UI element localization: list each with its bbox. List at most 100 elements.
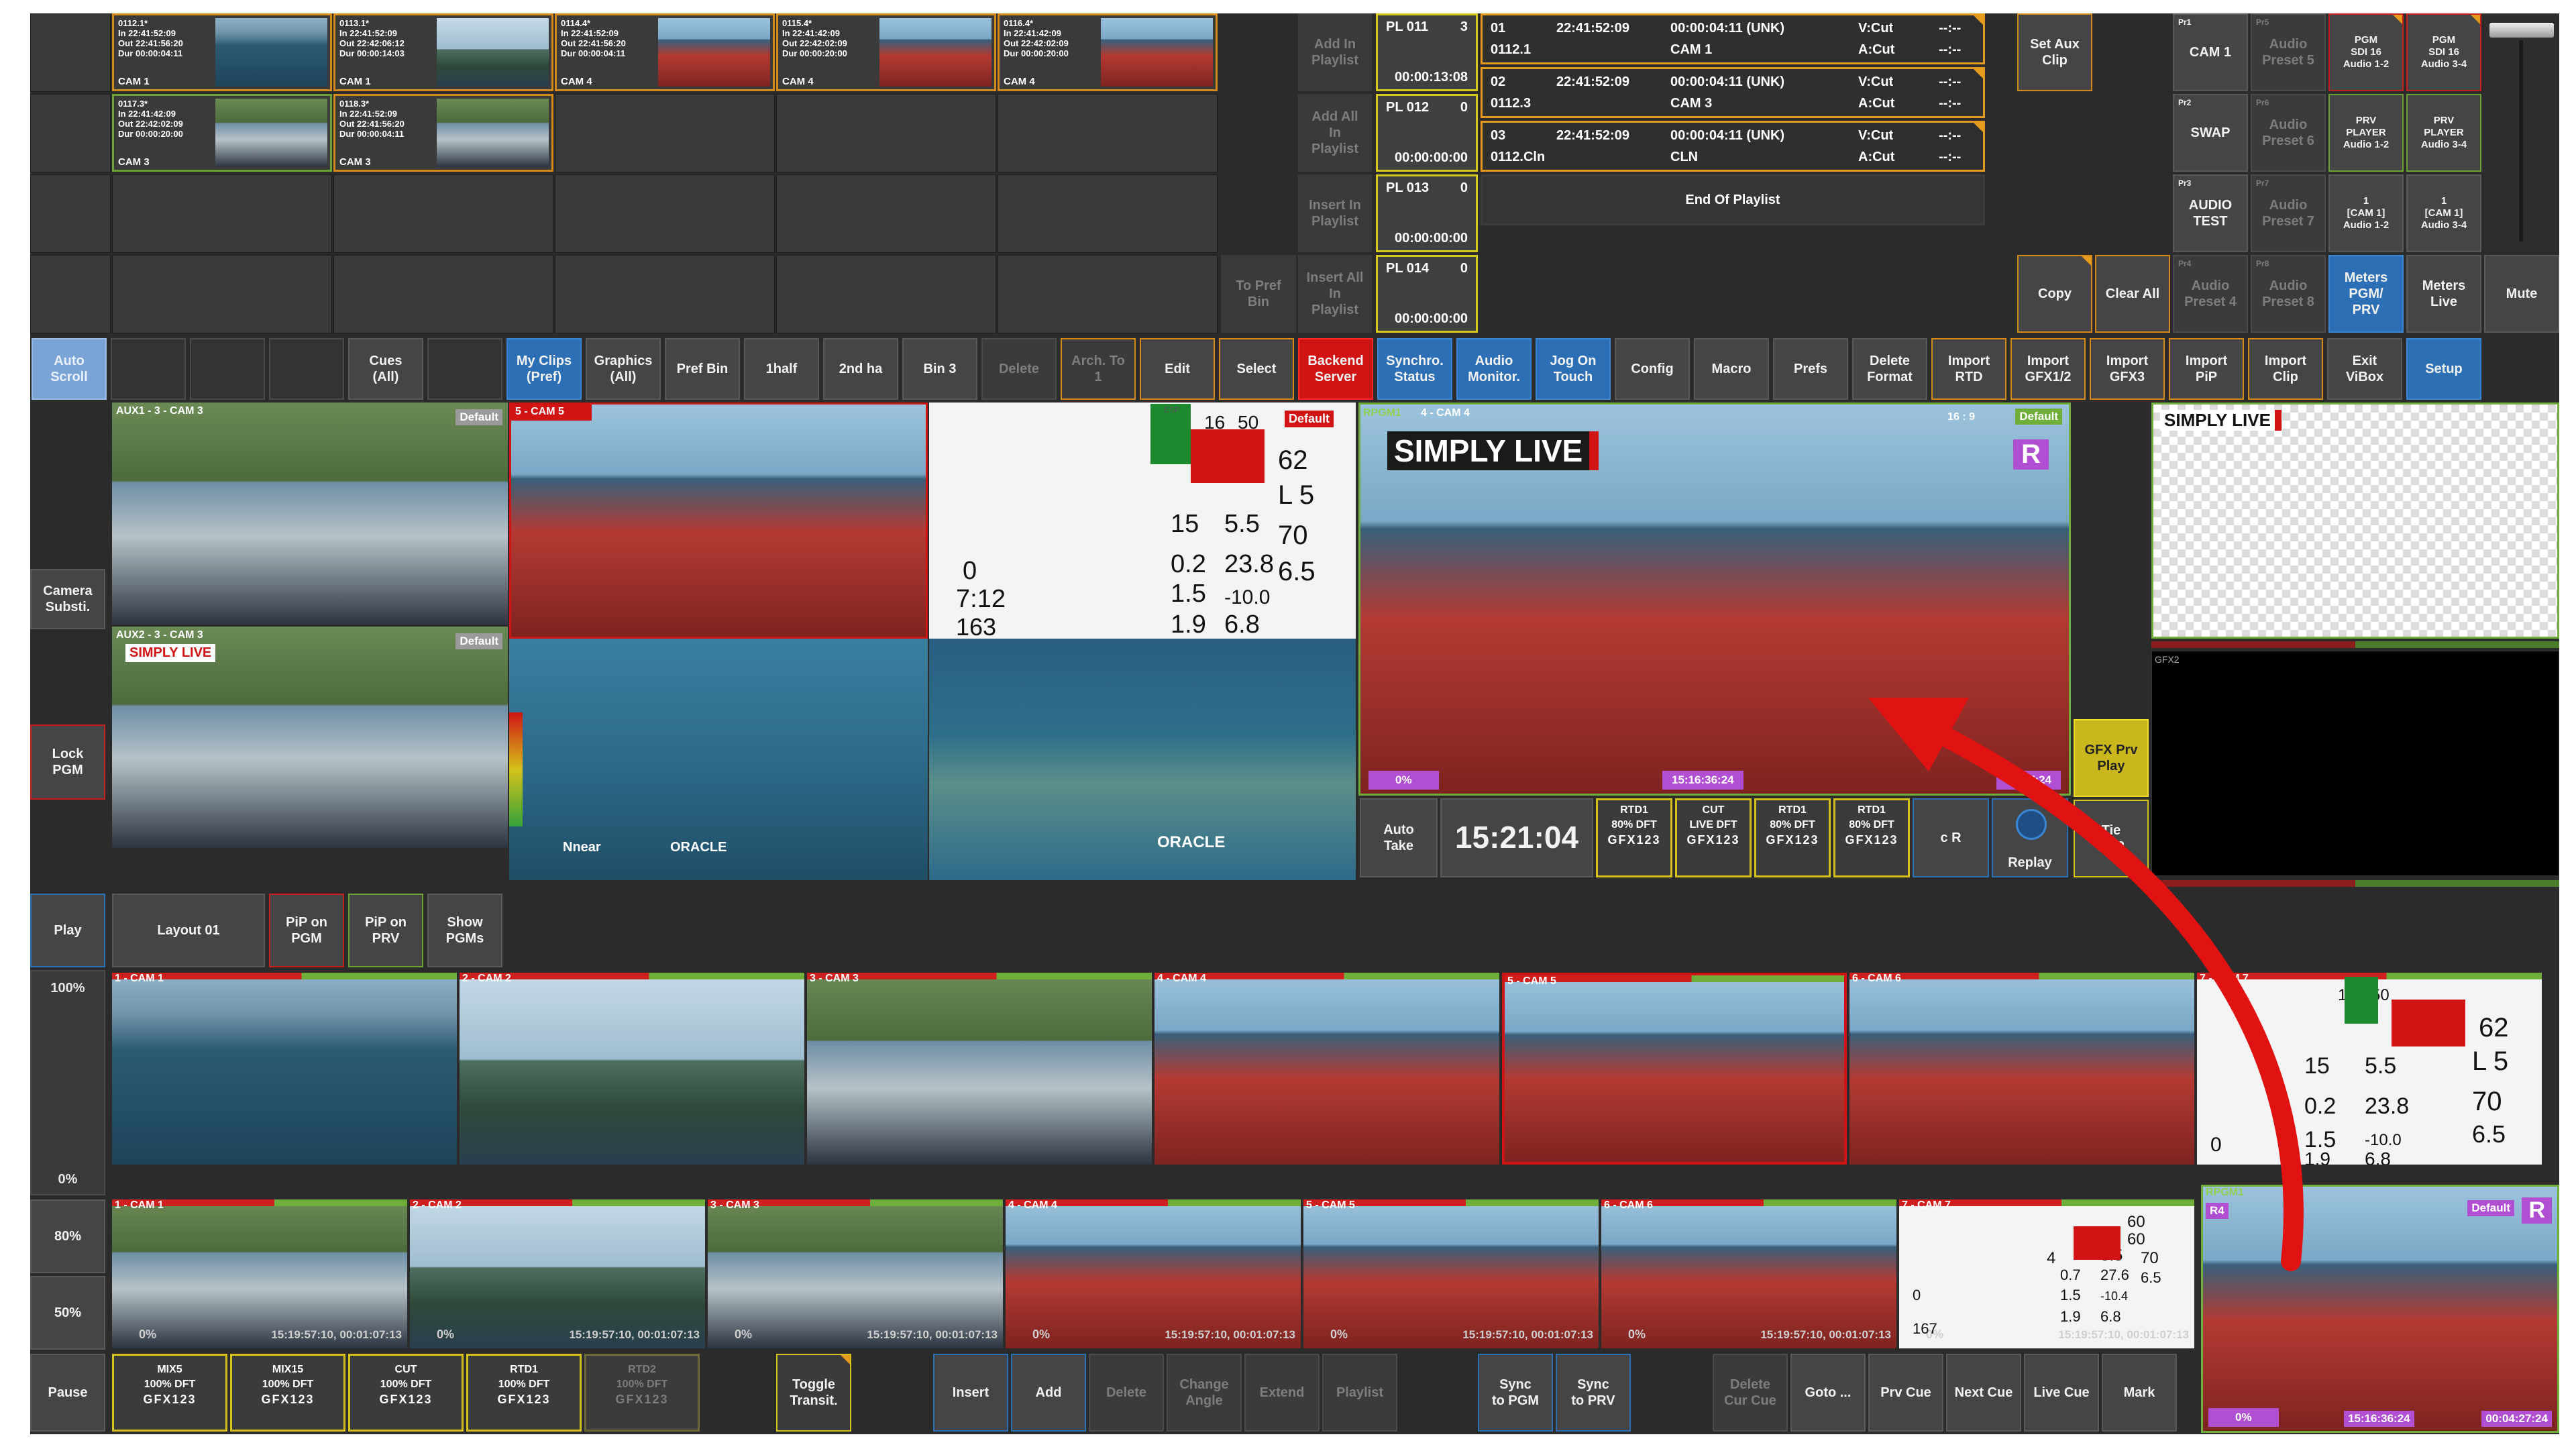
- camera-tile[interactable]: 5 - CAM 5 0% 15:19:57:10, 00:01:07:13: [1303, 1199, 1599, 1348]
- import-gfx3-button[interactable]: Import GFX3: [2090, 338, 2165, 400]
- clip-slot-empty[interactable]: [333, 255, 553, 333]
- mute-button[interactable]: Mute: [2484, 255, 2559, 333]
- prv-audio-3-4-button[interactable]: PRV PLAYER Audio 3-4: [2406, 94, 2481, 172]
- fader-handle[interactable]: [2489, 23, 2554, 38]
- prefs-button[interactable]: Prefs: [1773, 338, 1848, 400]
- clip-slot-empty[interactable]: [776, 174, 996, 253]
- preset-button[interactable]: Pr7 Audio Preset 7: [2251, 174, 2326, 252]
- change-angle-button[interactable]: Change Angle: [1167, 1354, 1242, 1432]
- show-pgms-button[interactable]: Show PGMs: [427, 894, 502, 967]
- camera-tile[interactable]: 4 - CAM 4 0% 15:19:57:10, 00:01:07:13: [1006, 1199, 1301, 1348]
- delete-cur-cue-button[interactable]: Delete Cur Cue: [1713, 1354, 1788, 1432]
- sync-to-prv-button[interactable]: Sync to PRV: [1556, 1354, 1631, 1432]
- insert-all-in-playlist-button[interactable]: Insert All In Playlist: [1298, 255, 1372, 333]
- live-cue-button[interactable]: Live Cue: [2024, 1354, 2099, 1432]
- boat-data-monitor[interactable]: Default ESP 16 50 62 15 5.5 L 5 70 0.2 2…: [929, 402, 1356, 639]
- set-aux-clip-button[interactable]: Set Aux Clip: [2017, 13, 2092, 91]
- clip-slot-empty[interactable]: [998, 255, 1218, 333]
- cam5-monitor[interactable]: 5 - CAM 5: [509, 402, 928, 639]
- toolbar-empty[interactable]: [190, 338, 265, 400]
- clip-slot-empty[interactable]: [776, 94, 996, 172]
- camera-tile[interactable]: 3 - CAM 3 0% 15:19:57:10, 00:01:07:13: [708, 1199, 1003, 1348]
- clip-slot-empty[interactable]: [555, 94, 775, 172]
- toolbar-empty[interactable]: [111, 338, 186, 400]
- import-clip-button[interactable]: Import Clip: [2248, 338, 2323, 400]
- course-overhead-monitor[interactable]: ORACLE Nnear: [509, 639, 928, 880]
- edit-button[interactable]: Edit: [1140, 338, 1215, 400]
- bin-1half-button[interactable]: 1half: [744, 338, 819, 400]
- camera-tile[interactable]: 1 - CAM 1: [112, 973, 457, 1165]
- toolbar-empty[interactable]: [427, 338, 502, 400]
- speed-50-button[interactable]: 50%: [30, 1276, 105, 1350]
- config-button[interactable]: Config: [1615, 338, 1690, 400]
- lock-pgm-button[interactable]: Lock PGM: [30, 724, 105, 800]
- copy-button[interactable]: Copy: [2017, 255, 2092, 333]
- add-in-playlist-button[interactable]: Add In Playlist: [1298, 13, 1372, 91]
- clip-slot-empty[interactable]: [112, 174, 332, 253]
- camera-tile[interactable]: 3 - CAM 3: [807, 973, 1152, 1165]
- archive-to-button[interactable]: Arch. To 1: [1061, 338, 1136, 400]
- camera-tile[interactable]: 4 - CAM 4: [1155, 973, 1499, 1165]
- transition-mix5-button[interactable]: MIX5 100% DFT GFX123: [112, 1354, 227, 1432]
- sync-to-pgm-button[interactable]: Sync to PGM: [1478, 1354, 1553, 1432]
- jog-on-touch-button[interactable]: Jog On Touch: [1536, 338, 1611, 400]
- camera-tile[interactable]: 2 - CAM 2 0% 15:19:57:10, 00:01:07:13: [410, 1199, 705, 1348]
- gfx1-preview[interactable]: SIMPLY LIVE: [2151, 402, 2559, 639]
- play-button[interactable]: Play: [30, 894, 105, 967]
- playlist-entry[interactable]: 03 22:41:52:09 00:00:04:11 (UNK) 0112.Cl…: [1481, 121, 1985, 172]
- goto-button[interactable]: Goto ...: [1790, 1354, 1866, 1432]
- delete-format-button[interactable]: Delete Format: [1852, 338, 1927, 400]
- graphics-all-button[interactable]: Graphics (All): [586, 338, 661, 400]
- backend-server-button[interactable]: Backend Server: [1298, 338, 1373, 400]
- playlist-item[interactable]: PL 011 3 00:00:13:08: [1376, 13, 1478, 91]
- auto-scroll-button[interactable]: Auto Scroll: [32, 338, 107, 400]
- clip-card[interactable]: 0112.1* In 22:41:52:09 Out 22:41:56:20 D…: [112, 13, 332, 91]
- clip-card[interactable]: 0114.4* In 22:41:52:09 Out 22:41:56:20 D…: [555, 13, 775, 91]
- transition-mix15-button[interactable]: MIX15 100% DFT GFX123: [230, 1354, 345, 1432]
- pgm-audio-1-2-button[interactable]: PGM SDI 16 Audio 1-2: [2328, 13, 2404, 91]
- meters-live-button[interactable]: Meters Live: [2406, 255, 2481, 333]
- add-all-in-playlist-button[interactable]: Add All In Playlist: [1298, 94, 1372, 172]
- course-map-monitor[interactable]: ORACLE: [929, 639, 1356, 880]
- macro-button[interactable]: Macro: [1694, 338, 1769, 400]
- transition-cut-button[interactable]: CUT LIVE DFT GFX123: [1675, 798, 1752, 877]
- pgm-audio-3-4-button[interactable]: PGM SDI 16 Audio 3-4: [2406, 13, 2481, 91]
- pause-button[interactable]: Pause: [30, 1354, 105, 1432]
- import-gfx12-button[interactable]: Import GFX1/2: [2010, 338, 2086, 400]
- clip-slot-empty[interactable]: [30, 94, 111, 172]
- mark-button[interactable]: Mark: [2102, 1354, 2177, 1432]
- clip-slot-empty[interactable]: [998, 174, 1218, 253]
- insert-button[interactable]: Insert: [933, 1354, 1008, 1432]
- extend-button[interactable]: Extend: [1244, 1354, 1320, 1432]
- clip-card[interactable]: 0117.3* In 22:41:42:09 Out 22:42:02:09 D…: [112, 94, 332, 172]
- clip-card[interactable]: 0118.3* In 22:41:52:09 Out 22:41:56:20 D…: [333, 94, 553, 172]
- audio-fader[interactable]: [2484, 13, 2559, 252]
- preset-button[interactable]: Pr4 Audio Preset 4: [2173, 255, 2248, 333]
- transition-rtd2-button[interactable]: RTD2 100% DFT GFX123: [584, 1354, 700, 1432]
- playlist-entry[interactable]: 01 22:41:52:09 00:00:04:11 (UNK) 0112.1 …: [1481, 13, 1985, 64]
- transition-rtd1-button[interactable]: RTD1 80% DFT GFX123: [1596, 798, 1672, 877]
- add-button[interactable]: Add: [1011, 1354, 1086, 1432]
- clip-slot-empty[interactable]: [30, 174, 111, 253]
- clip-card[interactable]: 0115.4* In 22:41:42:09 Out 22:42:02:09 D…: [776, 13, 996, 91]
- preset-button[interactable]: Pr5 Audio Preset 5: [2251, 13, 2326, 91]
- bin-3-button[interactable]: Bin 3: [902, 338, 977, 400]
- clip-slot-empty[interactable]: [30, 13, 111, 92]
- audio-monitor-button[interactable]: Audio Monitor.: [1456, 338, 1532, 400]
- clip-slot-empty[interactable]: [112, 255, 332, 333]
- pip-on-prv-button[interactable]: PiP on PRV: [348, 894, 423, 967]
- bin-2nd-ha-button[interactable]: 2nd ha: [823, 338, 898, 400]
- preset-button[interactable]: Pr8 Audio Preset 8: [2251, 255, 2326, 333]
- preset-button[interactable]: Pr6 Audio Preset 6: [2251, 94, 2326, 172]
- clear-all-button[interactable]: Clear All: [2095, 255, 2170, 333]
- clip-slot-empty[interactable]: [776, 255, 996, 333]
- pip-on-pgm-button[interactable]: PiP on PGM: [269, 894, 344, 967]
- aux1-monitor[interactable]: AUX1 - 3 - CAM 3 Default: [112, 402, 508, 625]
- meters-pgm-prv-button[interactable]: Meters PGM/ PRV: [2328, 255, 2404, 333]
- clip-slot-empty[interactable]: [30, 255, 111, 333]
- transition-rtd1-button[interactable]: RTD1 80% DFT GFX123: [1754, 798, 1831, 877]
- preset-button[interactable]: Pr3 AUDIO TEST: [2173, 174, 2248, 252]
- insert-in-playlist-button[interactable]: Insert In Playlist: [1298, 174, 1372, 252]
- camera-tile[interactable]: 2 - CAM 2: [460, 973, 804, 1165]
- speed-slider[interactable]: 100% 0%: [30, 970, 105, 1195]
